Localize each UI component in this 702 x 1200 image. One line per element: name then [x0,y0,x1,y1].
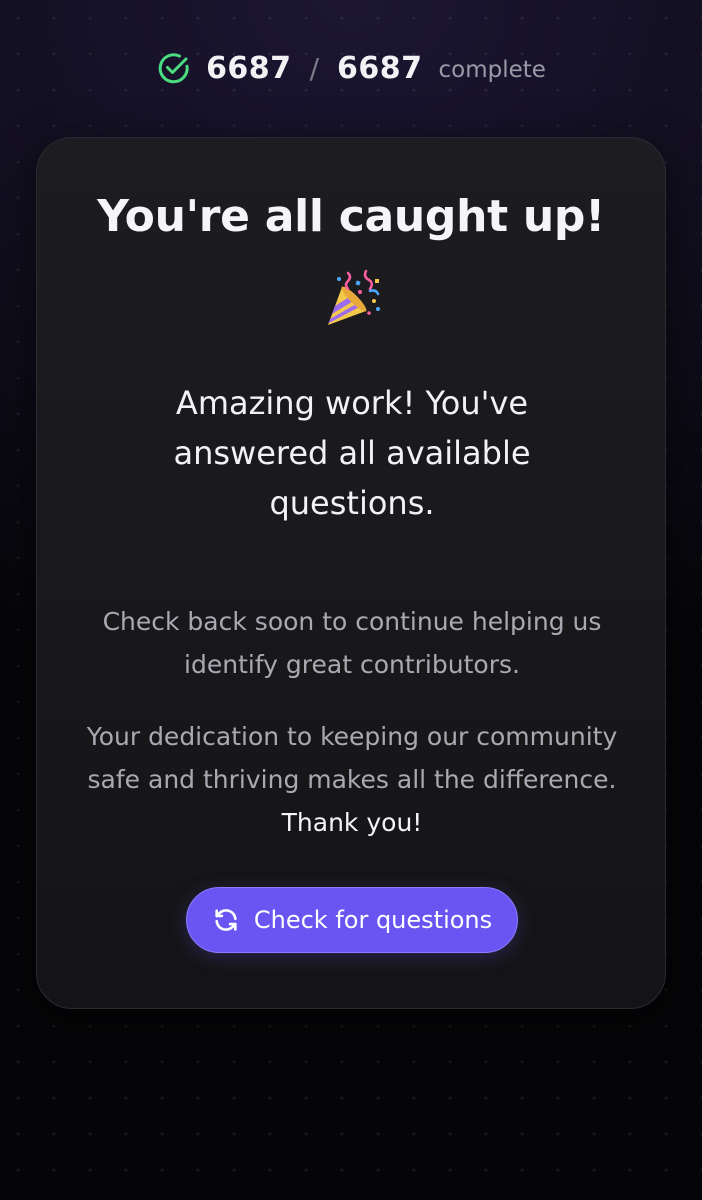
card-title: You're all caught up! [97,191,605,242]
party-popper-icon [320,267,384,331]
completed-count: 6687 [206,50,292,86]
check-for-questions-button[interactable]: Check for questions [186,887,518,953]
caught-up-card: You're all caught up! Amazing work! You'… [36,137,666,1009]
refresh-icon [212,906,240,934]
total-count: 6687 [337,50,423,86]
card-subtitle: Amazing work! You've answered all availa… [173,384,531,522]
check-circle-icon [156,50,192,86]
progress-separator: / [309,51,319,85]
thank-you-text: Thank you! [281,808,423,837]
dedication-body: Your dedication to keeping our community… [86,722,618,794]
progress-summary: 6687 / 6687 complete [0,44,702,92]
check-back-text: Check back soon to continue helping us i… [102,607,602,679]
check-for-questions-label: Check for questions [253,906,493,934]
progress-label: complete [438,57,546,83]
dedication-text: Your dedication to keeping our community… [77,715,627,844]
